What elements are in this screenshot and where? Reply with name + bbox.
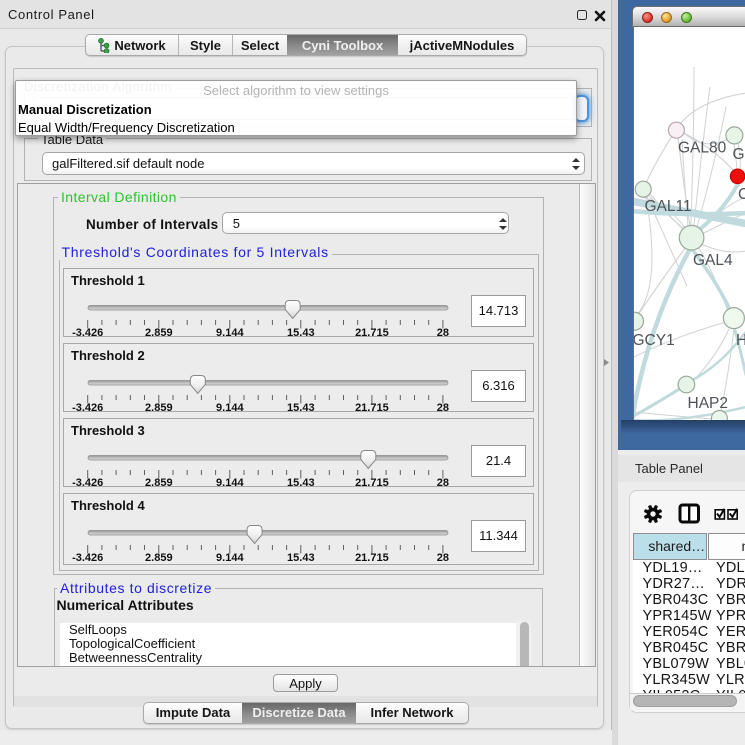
svg-text:GCY1: GCY1	[634, 332, 675, 349]
svg-text:9.144: 9.144	[216, 552, 244, 564]
svg-text:9.144: 9.144	[216, 402, 244, 414]
svg-text:15.43: 15.43	[287, 477, 315, 489]
svg-text:H: H	[736, 332, 745, 349]
svg-text:21.715: 21.715	[355, 552, 389, 564]
svg-text:15.43: 15.43	[287, 552, 315, 564]
svg-text:2.859: 2.859	[145, 402, 173, 414]
svg-text:2.859: 2.859	[145, 552, 173, 564]
svg-text:-3.426: -3.426	[72, 552, 103, 564]
svg-text:2.859: 2.859	[145, 477, 173, 489]
svg-text:28: 28	[437, 327, 449, 339]
svg-text:9.144: 9.144	[216, 477, 244, 489]
svg-text:G: G	[733, 146, 745, 163]
svg-text:28: 28	[437, 477, 449, 489]
svg-text:21.715: 21.715	[355, 327, 389, 339]
svg-text:-3.426: -3.426	[72, 327, 103, 339]
svg-text:21.715: 21.715	[355, 477, 389, 489]
svg-text:GAL80: GAL80	[678, 140, 727, 157]
svg-text:9.144: 9.144	[216, 327, 244, 339]
svg-text:15.43: 15.43	[287, 327, 315, 339]
svg-text:HAP2: HAP2	[688, 395, 729, 412]
svg-text:GAL11: GAL11	[645, 198, 692, 215]
svg-text:28: 28	[437, 552, 449, 564]
svg-text:21.715: 21.715	[355, 402, 389, 414]
svg-text:-3.426: -3.426	[72, 477, 103, 489]
svg-text:15.43: 15.43	[287, 402, 315, 414]
svg-text:-3.426: -3.426	[72, 402, 103, 414]
svg-text:C: C	[738, 186, 745, 203]
svg-text:2.859: 2.859	[145, 327, 173, 339]
svg-text:28: 28	[437, 402, 449, 414]
svg-text:GAL4: GAL4	[693, 252, 733, 269]
